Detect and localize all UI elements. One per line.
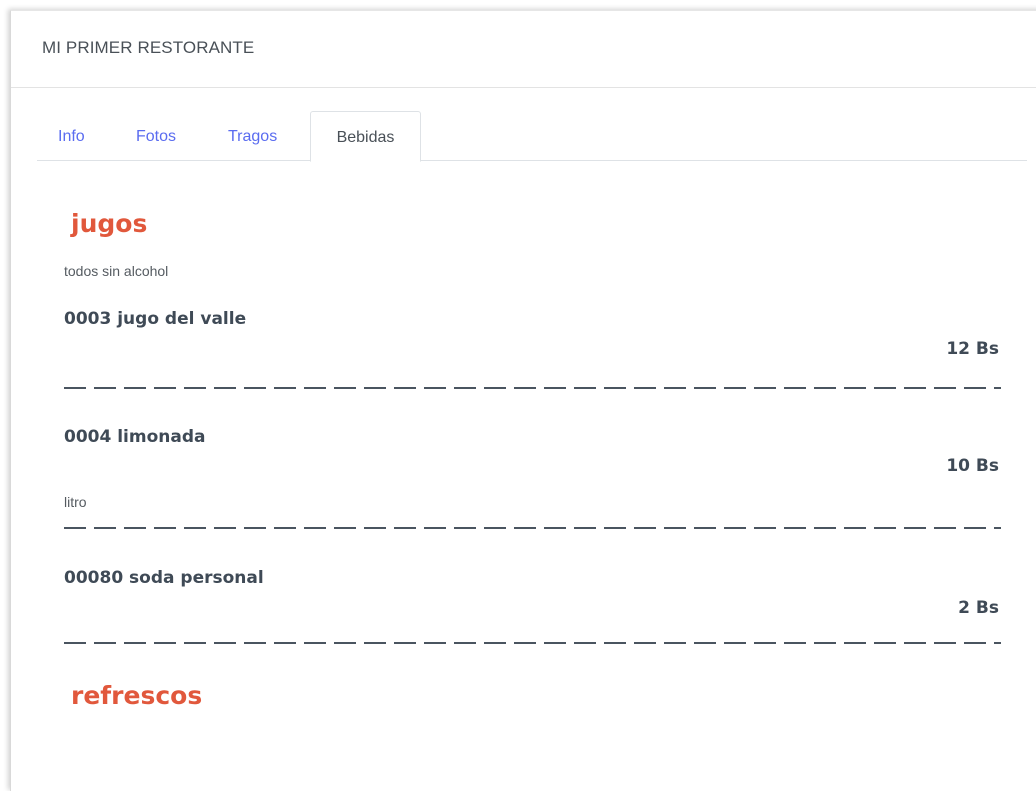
tab-bebidas[interactable]: Bebidas xyxy=(310,111,421,162)
restaurant-card: MI PRIMER RESTORANTE Info Fotos Tragos B… xyxy=(10,10,1036,791)
card-header: MI PRIMER RESTORANTE xyxy=(11,11,1036,88)
menu-item-note: litro xyxy=(64,494,87,510)
category-description: todos sin alcohol xyxy=(64,263,169,279)
menu-item-name: 0004 limonada xyxy=(64,427,206,447)
item-divider xyxy=(64,642,1001,644)
menu-item-price: 10 Bs xyxy=(946,456,999,476)
category-title-refrescos: refrescos xyxy=(71,681,203,710)
menu-item-name: 00080 soda personal xyxy=(64,568,264,588)
tab-tragos[interactable]: Tragos xyxy=(228,111,277,161)
menu-item-price: 2 Bs xyxy=(958,598,999,618)
item-divider xyxy=(64,387,1001,389)
item-divider xyxy=(64,527,1001,529)
menu-item-price: 12 Bs xyxy=(946,339,999,359)
tab-info[interactable]: Info xyxy=(58,111,85,161)
menu-item-name: 0003 jugo del valle xyxy=(64,309,247,329)
category-title-jugos: jugos xyxy=(71,209,148,238)
restaurant-title: MI PRIMER RESTORANTE xyxy=(42,38,255,57)
tab-bar: Info Fotos Tragos Bebidas xyxy=(37,111,1027,162)
tab-fotos[interactable]: Fotos xyxy=(136,111,176,161)
